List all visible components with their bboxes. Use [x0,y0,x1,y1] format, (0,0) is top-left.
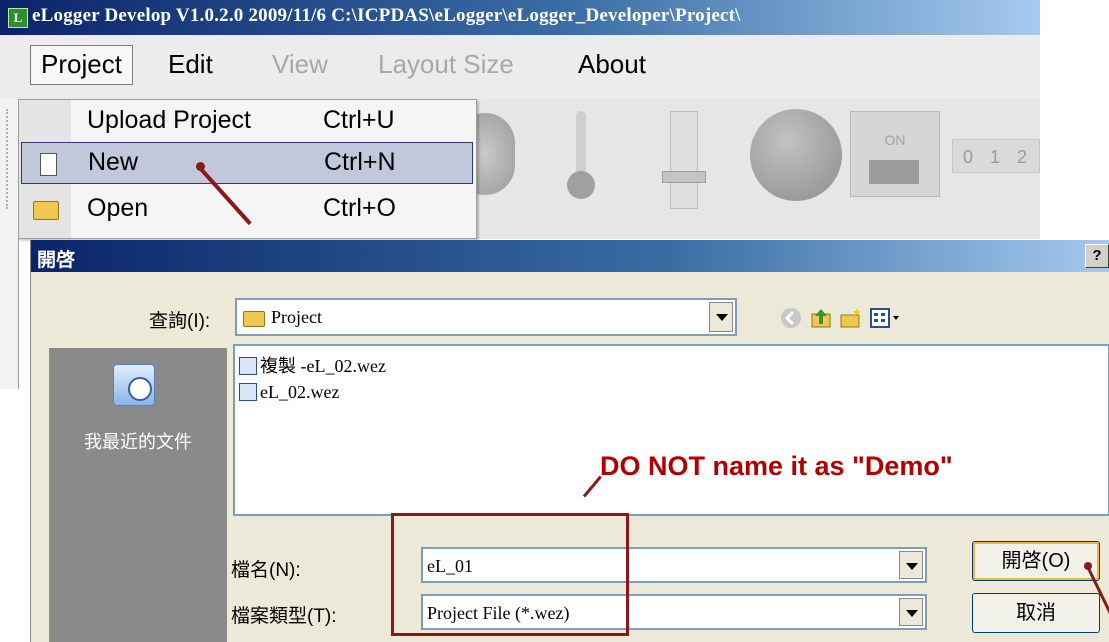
menu-item-shortcut: Ctrl+U [323,106,395,134]
file-list[interactable]: 複製 -eL_02.wez eL_02.wez [233,344,1109,516]
new-document-icon [40,153,57,176]
list-item[interactable]: 複製 -eL_02.wez [239,352,386,378]
annotation-highlight-box [391,513,629,636]
switch-label: ON [884,132,906,148]
look-in-select[interactable]: Project [235,298,737,336]
dialog-title: 開啓 [37,250,76,271]
menu-item-shortcut: Ctrl+N [324,148,396,176]
place-recent-documents[interactable]: 我最近的文件 [49,348,227,456]
menu-item-upload-project[interactable]: Upload Project Ctrl+U [19,100,476,142]
filetype-label: 檔案類型(T): [231,606,337,627]
menu-layout-size[interactable]: Layout Size [368,45,524,83]
look-in-value: Project [271,307,322,327]
menu-about[interactable]: About [568,45,656,83]
menu-view[interactable]: View [262,45,338,83]
dialog-titlebar: 開啓 ? [31,240,1109,272]
app-titlebar: L eLogger Develop V1.0.2.0 2009/11/6 C:\… [0,0,1040,35]
chevron-down-icon[interactable] [899,551,923,579]
slider-control-icon[interactable] [670,111,698,209]
menu-item-label: Open [87,194,149,222]
view-menu-icon[interactable] [869,306,905,330]
help-button[interactable]: ? [1085,244,1109,268]
annotation-note: DO NOT name it as "Demo" [600,451,953,481]
thermometer-bulb-icon[interactable] [567,171,595,199]
folder-icon [243,311,265,327]
new-folder-icon[interactable] [839,306,863,330]
filename-label: 檔名(N): [231,560,301,581]
annotation-arrow-dot [196,162,205,171]
chevron-down-icon[interactable] [709,302,733,332]
digital-display-control[interactable]: 0 1 2 [952,139,1040,173]
chevron-down-icon[interactable] [899,598,923,626]
slider-thumb-icon[interactable] [662,171,706,183]
menu-item-label: New [88,148,139,176]
back-icon[interactable] [779,306,803,330]
lamp-control-icon[interactable] [750,109,842,201]
menu-edit[interactable]: Edit [158,45,223,83]
file-icon [239,383,257,401]
app-title: eLogger Develop V1.0.2.0 2009/11/6 C:\IC… [32,5,741,26]
toolbar-grip [0,99,19,389]
menu-item-label: Upload Project [87,106,251,134]
list-item[interactable]: eL_02.wez [239,382,339,403]
recent-documents-icon [113,364,155,406]
up-folder-icon[interactable] [809,306,833,330]
open-folder-icon [33,201,59,220]
file-name: 複製 -eL_02.wez [260,356,386,376]
switch-bar-icon [869,160,919,184]
file-icon [239,357,257,375]
switch-control[interactable]: ON [850,111,940,197]
menu-item-shortcut: Ctrl+O [323,194,396,222]
open-button[interactable]: 開啓(O) [972,541,1100,581]
cancel-button[interactable]: 取消 [972,593,1100,633]
menubar: Project Edit View Layout Size About [0,35,1040,100]
file-name: eL_02.wez [260,382,340,402]
menu-project[interactable]: Project [30,45,133,85]
places-bar: 我最近的文件 [49,348,227,642]
app-logo-icon: L [8,8,28,28]
menu-item-new[interactable]: New Ctrl+N [21,142,473,184]
look-in-label: 查詢(I): [149,311,211,332]
place-label: 我最近的文件 [84,432,192,452]
